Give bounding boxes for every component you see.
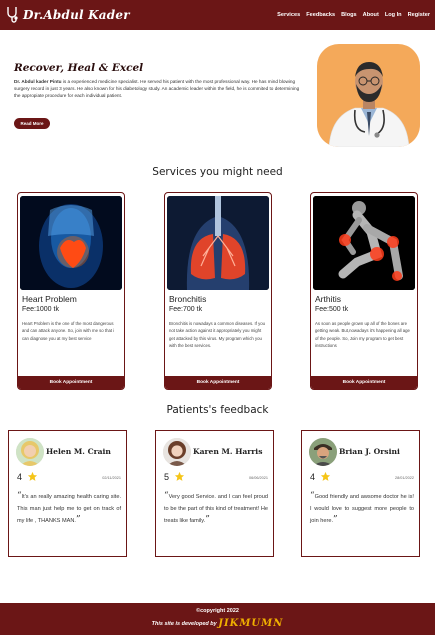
service-fee: Fee:500 tk <box>315 306 349 313</box>
star-icon <box>27 471 38 481</box>
service-fee: Fee:1000 tk <box>22 306 59 313</box>
patient-name: Helen M. Crain <box>46 447 111 456</box>
feedback-body: Good friendly and awsome doctor he is! I… <box>310 494 414 524</box>
nav-link-services[interactable]: Services <box>277 12 300 18</box>
feedback-text: “Very good Service. and I can feel proud… <box>164 491 268 527</box>
read-more-button[interactable]: Read More <box>14 118 50 129</box>
book-appointment-button[interactable]: Book Appointment <box>165 376 271 389</box>
footer-copyright: ©copyright 2022 <box>196 608 239 614</box>
service-card-arthitis: Arthitis Fee:500 tk As soon as people gr… <box>310 192 418 390</box>
feedback-body: Very good Service. and I can feel proud … <box>164 494 268 524</box>
nav-link-register[interactable]: Register <box>408 12 430 18</box>
book-appointment-button[interactable]: Book Appointment <box>311 376 417 389</box>
nav-link-feedbacks[interactable]: Feedbacks <box>306 12 335 18</box>
close-quote-icon: ” <box>333 515 338 525</box>
rating-value: 5 <box>164 472 170 482</box>
footer: ©copyright 2022 This site is developed b… <box>0 603 435 635</box>
brand[interactable]: Dr.Abdul Kader <box>4 5 130 25</box>
avatar <box>309 438 337 466</box>
lungs-image <box>167 196 269 290</box>
service-description: Heart Problem is the one of the most dan… <box>22 321 115 341</box>
patient-name: Brian J. Orsini <box>339 447 400 456</box>
service-name: Heart Problem <box>22 294 77 304</box>
feedback-body: It's an really amazing health caring sit… <box>17 494 121 524</box>
service-card-bronchitis: Bronchitis Fee:700 tk Bronchitis is nowa… <box>164 192 272 390</box>
rating-value: 4 <box>17 472 23 482</box>
services-title: Services you might need <box>152 166 283 178</box>
developed-by-text: This site is developed by <box>151 621 217 627</box>
navbar: Dr.Abdul Kader Services Feedbacks Blogs … <box>0 0 435 30</box>
avatar <box>163 438 191 466</box>
footer-developer: This site is developed by JIKMUMN <box>0 618 435 629</box>
service-name: Arthitis <box>315 294 341 304</box>
feedback-date: 02/11/2021 <box>102 476 121 480</box>
doctor-name: Dr. Abdul kader Pintu <box>14 79 62 84</box>
feedback-date: 28/01/2022 <box>394 476 414 480</box>
service-fee: Fee:700 tk <box>169 306 203 313</box>
nav-link-about[interactable]: About <box>363 12 379 18</box>
joints-image <box>313 196 415 290</box>
feedback-card: Brian J. Orsini 4 28/01/2022 “Good frien… <box>301 430 420 557</box>
feedback-text: “Good friendly and awsome doctor he is! … <box>310 491 414 527</box>
doctor-photo <box>317 44 420 147</box>
feedback-text: “It's an really amazing health caring si… <box>17 491 121 527</box>
patient-name: Karen M. Harris <box>193 447 263 456</box>
service-description: Bronchitis is nowadays a common diseases… <box>169 321 266 348</box>
service-name: Bronchitis <box>169 294 207 304</box>
heart-image <box>20 196 122 290</box>
hero-title: Recover, Heal & Excel <box>14 62 144 74</box>
feedback-card: Helen M. Crain 4 02/11/2021 “It's an rea… <box>8 430 127 557</box>
brand-name: Dr.Abdul Kader <box>23 8 130 22</box>
feedback-date: 06/06/2021 <box>248 476 268 480</box>
nav-link-login[interactable]: Log In <box>385 12 402 18</box>
star-icon <box>320 471 331 481</box>
close-quote-icon: ” <box>75 515 81 525</box>
developer-signature: JIKMUMN <box>218 618 284 629</box>
rating-value: 4 <box>310 472 316 482</box>
avatar <box>16 438 44 466</box>
book-appointment-button[interactable]: Book Appointment <box>18 376 124 389</box>
stethoscope-icon <box>4 5 20 25</box>
hero-description: Dr. Abdul kader Pintu is a experienced m… <box>14 78 304 99</box>
feedback-card: Karen M. Harris 5 06/06/2021 “Very good … <box>155 430 274 557</box>
main-menu: Services Feedbacks Blogs About Log In Re… <box>277 0 430 30</box>
star-icon <box>174 471 185 481</box>
close-quote-icon: ” <box>205 515 210 525</box>
feedback-title: Patients's feedback <box>166 404 269 416</box>
service-card-heart: Heart Problem Fee:1000 tk Heart Problem … <box>17 192 125 390</box>
nav-link-blogs[interactable]: Blogs <box>341 12 357 18</box>
service-description: As soon as people grown up all of the bo… <box>315 321 410 348</box>
